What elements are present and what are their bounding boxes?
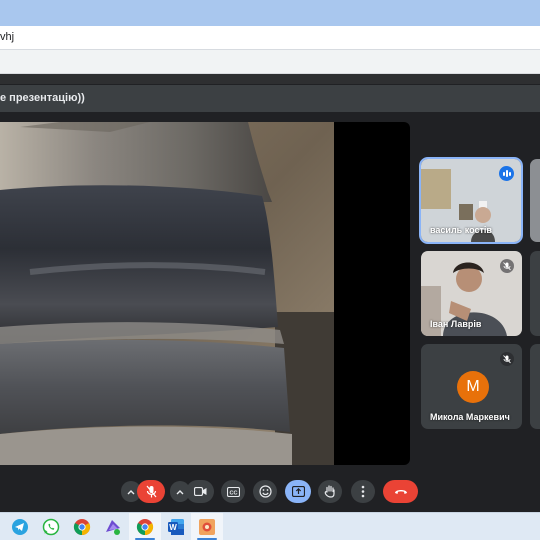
hang-up-icon bbox=[394, 490, 407, 494]
address-text[interactable]: vhj bbox=[0, 31, 14, 43]
pipe-photo bbox=[0, 122, 334, 465]
participant-name: Микола Маркевич bbox=[430, 412, 510, 422]
participant-tile[interactable]: василь костів bbox=[419, 157, 523, 244]
chrome-icon[interactable] bbox=[136, 518, 154, 536]
emoji-icon bbox=[258, 485, 272, 498]
participant-tile[interactable] bbox=[530, 251, 540, 336]
chevron-up-icon bbox=[127, 489, 135, 494]
speaking-indicator-icon bbox=[499, 166, 514, 181]
camera-button[interactable] bbox=[186, 480, 214, 503]
raise-hand-icon bbox=[324, 485, 335, 498]
participant-tile[interactable] bbox=[530, 159, 540, 242]
end-call-button[interactable] bbox=[383, 480, 418, 503]
captions-button[interactable]: CC bbox=[221, 480, 245, 503]
raise-hand-button[interactable] bbox=[318, 480, 342, 503]
app-icon[interactable] bbox=[198, 518, 216, 536]
svg-text:W: W bbox=[169, 523, 177, 532]
meeting-stage: василь костів Іван Лаврів M Микола Марке… bbox=[0, 112, 540, 472]
chevron-up-icon bbox=[176, 489, 184, 494]
participant-name: василь костів bbox=[430, 225, 492, 235]
avatar: M bbox=[457, 371, 489, 403]
closed-captions-icon: CC bbox=[226, 486, 240, 497]
mic-off-icon bbox=[500, 352, 514, 366]
more-vert-icon bbox=[361, 485, 365, 498]
presentation-title: е презентацію)) bbox=[0, 92, 85, 104]
telegram-icon[interactable] bbox=[11, 518, 29, 536]
presentation-screen[interactable] bbox=[0, 122, 410, 465]
microphone-button[interactable] bbox=[137, 480, 165, 503]
address-bar[interactable]: vhj bbox=[0, 26, 540, 50]
browser-toolbar bbox=[0, 50, 540, 74]
browser-tab-strip bbox=[0, 0, 540, 26]
whatsapp-icon[interactable] bbox=[42, 518, 60, 536]
present-button[interactable] bbox=[285, 480, 311, 503]
participant-tile[interactable]: Іван Лаврів bbox=[421, 251, 522, 336]
svg-text:CC: CC bbox=[229, 490, 237, 496]
participant-tile[interactable]: M Микола Маркевич bbox=[421, 344, 522, 429]
meet-top-strip bbox=[0, 74, 540, 84]
meet-window: vhj е презентацію)) василь костів Іван Л… bbox=[0, 0, 540, 540]
participant-name: Іван Лаврів bbox=[430, 319, 482, 329]
vpn-icon[interactable] bbox=[104, 518, 122, 536]
reactions-button[interactable] bbox=[253, 480, 277, 503]
mic-off-icon bbox=[146, 485, 156, 498]
more-options-button[interactable] bbox=[351, 480, 375, 503]
word-icon[interactable]: W bbox=[167, 518, 185, 536]
os-taskbar: W bbox=[0, 512, 540, 540]
mic-off-icon bbox=[500, 259, 514, 273]
chrome-icon[interactable] bbox=[73, 518, 91, 536]
present-screen-icon bbox=[291, 486, 305, 497]
camera-icon bbox=[193, 487, 206, 496]
presentation-banner: е презентацію)) bbox=[0, 85, 540, 112]
participant-tile[interactable] bbox=[530, 344, 540, 429]
call-controls: CC bbox=[0, 472, 540, 512]
